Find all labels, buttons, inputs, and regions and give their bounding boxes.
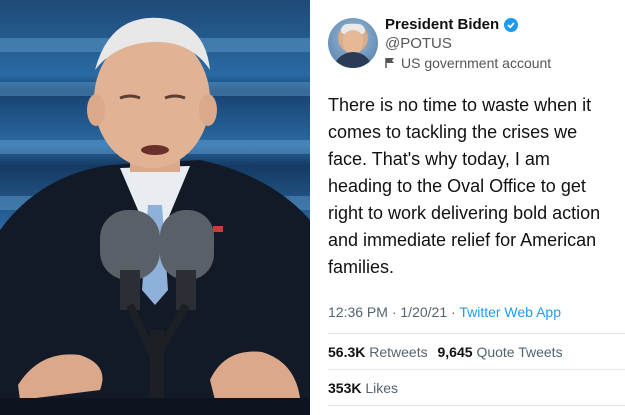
verified-badge-icon xyxy=(504,17,519,32)
retweets-count: 56.3K xyxy=(328,344,366,360)
tweet-time[interactable]: 12:36 PM xyxy=(328,304,388,320)
quote-tweets-stat[interactable]: 9,645 Quote Tweets xyxy=(438,344,563,360)
retweets-stat[interactable]: 56.3K Retweets xyxy=(328,344,432,360)
avatar[interactable] xyxy=(328,18,378,68)
tweet-date[interactable]: 1/20/21 xyxy=(400,304,447,320)
handle[interactable]: @POTUS xyxy=(385,35,452,52)
timestamp-row: 12:36 PM · 1/20/21 · Twitter Web App xyxy=(328,304,561,320)
likes-label: Likes xyxy=(365,380,399,396)
divider-line xyxy=(328,369,625,370)
quote-tweets-label: Quote Tweets xyxy=(476,344,563,360)
engagement-row: 56.3K Retweets 9,645 Quote Tweets xyxy=(328,344,563,360)
quote-tweets-count: 9,645 xyxy=(437,344,473,360)
flag-icon xyxy=(385,58,394,68)
photo-of-speaker xyxy=(0,0,310,415)
display-name-row[interactable]: President Biden xyxy=(385,16,519,33)
source-app-link[interactable]: Twitter Web App xyxy=(459,304,561,320)
display-name[interactable]: President Biden xyxy=(385,16,499,33)
account-type-row: US government account xyxy=(385,55,551,71)
avatar-face xyxy=(343,30,363,54)
divider-line xyxy=(328,333,625,334)
speaker-illustration xyxy=(0,17,310,415)
likes-count: 353K xyxy=(328,380,362,396)
divider-line xyxy=(328,405,625,406)
retweets-label: Retweets xyxy=(369,344,428,360)
avatar-suit xyxy=(333,52,373,68)
account-label: US government account xyxy=(401,55,552,71)
likes-row[interactable]: 353K Likes xyxy=(328,380,398,396)
tweet-card: President Biden @POTUS US government acc… xyxy=(316,0,625,415)
tweet-text: There is no time to waste when it comes … xyxy=(328,95,601,277)
